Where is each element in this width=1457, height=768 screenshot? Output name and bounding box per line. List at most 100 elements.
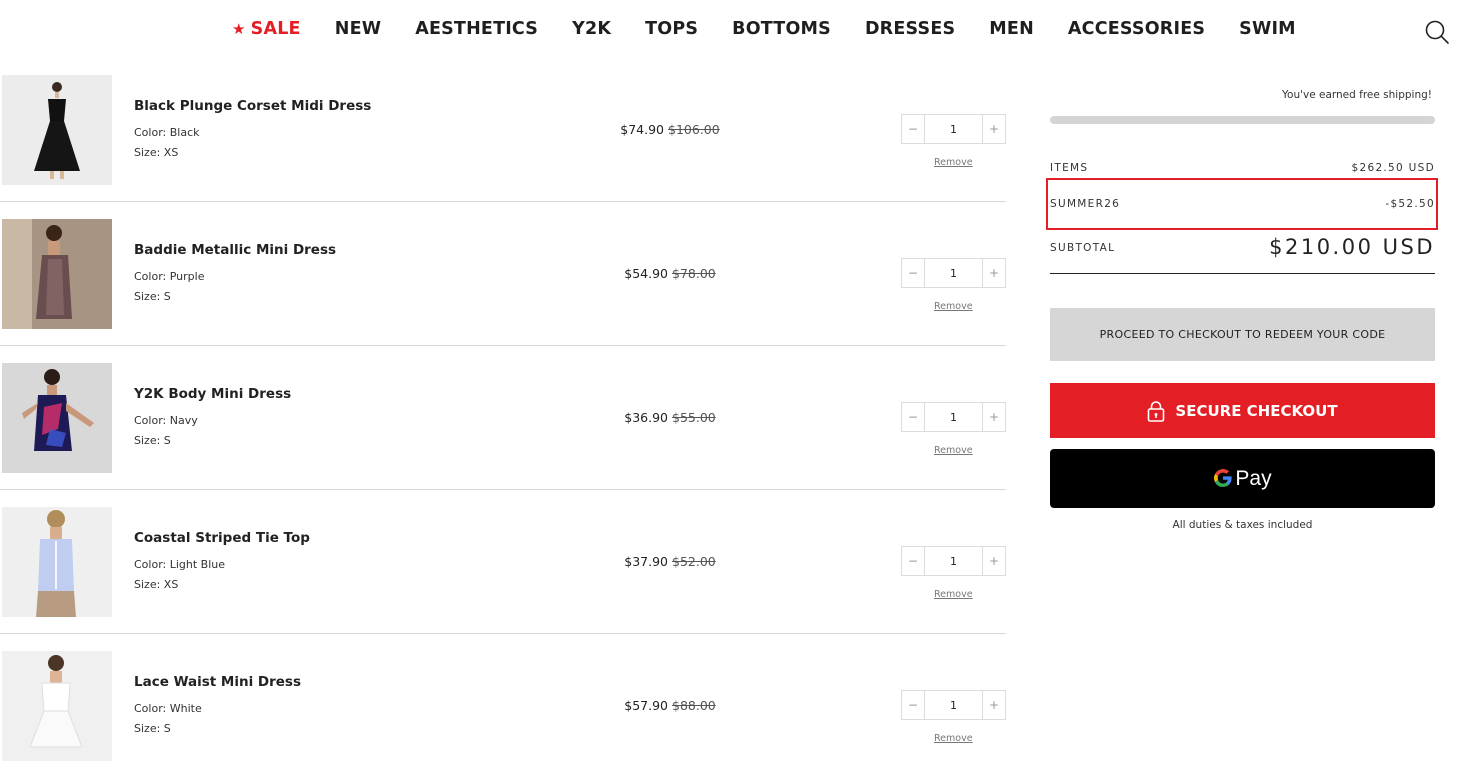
discount-value: -$52.50 [1385, 198, 1435, 210]
quantity-input[interactable] [925, 547, 982, 575]
nav-item-tops[interactable]: TOPS [645, 19, 698, 39]
quantity-input[interactable] [925, 691, 982, 719]
items-value: $262.50 USD [1351, 162, 1435, 174]
star-icon: ★ [232, 20, 246, 38]
progress-fill [1050, 116, 1435, 124]
product-image[interactable] [2, 507, 112, 617]
subtotal-value: $210.00 USD [1269, 235, 1435, 259]
nav-item-men[interactable]: MEN [989, 19, 1034, 39]
plus-icon[interactable]: + [982, 403, 1005, 431]
secure-checkout-button[interactable]: SECURE CHECKOUT [1050, 383, 1435, 438]
product-size: Size: S [134, 434, 171, 447]
product-image[interactable] [2, 363, 112, 473]
product-image-metallic-dress [2, 219, 112, 329]
secure-checkout-label: SECURE CHECKOUT [1175, 401, 1338, 420]
minus-icon[interactable]: − [902, 115, 925, 143]
cart-item-row: Coastal Striped Tie Top Color: Light Blu… [0, 490, 1006, 634]
product-image-striped-top [2, 507, 112, 617]
quantity-stepper: − + [901, 258, 1006, 288]
remove-link[interactable]: Remove [934, 733, 973, 744]
product-price: $54.90 $78.00 [560, 266, 780, 281]
original-price: $88.00 [672, 698, 716, 713]
minus-icon[interactable]: − [902, 403, 925, 431]
search-icon[interactable] [1424, 19, 1450, 45]
top-navigation: ★ SALE NEW AESTHETICS Y2K TOPS BOTTOMS DR… [0, 0, 1457, 62]
original-price: $106.00 [668, 122, 720, 137]
product-image-black-dress [2, 75, 112, 185]
product-color: Color: Light Blue [134, 558, 226, 571]
free-shipping-message: You've earned free shipping! [1282, 89, 1432, 101]
nav-item-accessories[interactable]: ACCESSORIES [1068, 19, 1205, 39]
nav-item-swim[interactable]: SWIM [1239, 19, 1296, 39]
product-price: $57.90 $88.00 [560, 698, 780, 713]
product-title[interactable]: Y2K Body Mini Dress [134, 386, 291, 402]
redeem-code-button[interactable]: PROCEED TO CHECKOUT TO REDEEM YOUR CODE [1050, 308, 1435, 361]
product-image[interactable] [2, 75, 112, 185]
items-label: ITEMS [1050, 162, 1089, 174]
google-g-icon [1213, 467, 1233, 491]
duties-note: All duties & taxes included [1172, 519, 1313, 531]
product-color: Color: Purple [134, 270, 205, 283]
cart-item-row: Baddie Metallic Mini Dress Color: Purple… [0, 202, 1006, 346]
lock-icon [1148, 400, 1165, 422]
cart-item-list: Black Plunge Corset Midi Dress Color: Bl… [0, 58, 1006, 768]
product-size: Size: XS [134, 578, 179, 591]
nav-item-label: SALE [250, 19, 301, 39]
product-image[interactable] [2, 651, 112, 761]
nav-item-bottoms[interactable]: BOTTOMS [732, 19, 831, 39]
original-price: $55.00 [672, 410, 716, 425]
nav-item-aesthetics[interactable]: AESTHETICS [415, 19, 538, 39]
subtotal-label: SUBTOTAL [1050, 242, 1116, 254]
cart-item-row: Lace Waist Mini Dress Color: White Size:… [0, 634, 1006, 768]
minus-icon[interactable]: − [902, 547, 925, 575]
plus-icon[interactable]: + [982, 547, 1005, 575]
cart-item-row: Black Plunge Corset Midi Dress Color: Bl… [0, 58, 1006, 202]
sale-price: $74.90 [620, 122, 665, 137]
remove-link[interactable]: Remove [934, 445, 973, 456]
product-title[interactable]: Black Plunge Corset Midi Dress [134, 98, 371, 114]
google-pay-label: Pay [1235, 466, 1272, 490]
product-price: $37.90 $52.00 [560, 554, 780, 569]
product-size: Size: XS [134, 146, 179, 159]
plus-icon[interactable]: + [982, 259, 1005, 287]
plus-icon[interactable]: + [982, 691, 1005, 719]
product-title[interactable]: Baddie Metallic Mini Dress [134, 242, 336, 258]
discount-code-label: SUMMER26 [1050, 198, 1121, 210]
nav-item-sale[interactable]: ★ SALE [232, 19, 301, 39]
free-shipping-progress [1050, 116, 1435, 124]
nav-item-new[interactable]: NEW [335, 19, 382, 39]
quantity-stepper: − + [901, 402, 1006, 432]
cart-item-row: Y2K Body Mini Dress Color: Navy Size: S … [0, 346, 1006, 490]
quantity-input[interactable] [925, 259, 982, 287]
remove-link[interactable]: Remove [934, 157, 973, 168]
google-pay-button[interactable]: Pay [1050, 449, 1435, 508]
product-title[interactable]: Coastal Striped Tie Top [134, 530, 310, 546]
product-image-lace-dress [2, 651, 112, 761]
quantity-input[interactable] [925, 115, 982, 143]
plus-icon[interactable]: + [982, 115, 1005, 143]
product-color: Color: White [134, 702, 202, 715]
product-title[interactable]: Lace Waist Mini Dress [134, 674, 301, 690]
nav-menu: ★ SALE NEW AESTHETICS Y2K TOPS BOTTOMS DR… [232, 19, 1330, 39]
quantity-stepper: − + [901, 114, 1006, 144]
original-price: $78.00 [672, 266, 716, 281]
remove-link[interactable]: Remove [934, 589, 973, 600]
product-image-y2k-dress [2, 363, 112, 473]
minus-icon[interactable]: − [902, 259, 925, 287]
nav-item-y2k[interactable]: Y2K [572, 19, 611, 39]
product-price: $36.90 $55.00 [560, 410, 780, 425]
sale-price: $36.90 [624, 410, 668, 425]
quantity-stepper: − + [901, 690, 1006, 720]
sale-price: $54.90 [624, 266, 668, 281]
product-color: Color: Navy [134, 414, 198, 427]
product-price: $74.90 $106.00 [560, 122, 780, 137]
sale-price: $37.90 [624, 554, 668, 569]
product-size: Size: S [134, 290, 171, 303]
product-color: Color: Black [134, 126, 200, 139]
remove-link[interactable]: Remove [934, 301, 973, 312]
quantity-input[interactable] [925, 403, 982, 431]
minus-icon[interactable]: − [902, 691, 925, 719]
product-image[interactable] [2, 219, 112, 329]
quantity-stepper: − + [901, 546, 1006, 576]
nav-item-dresses[interactable]: DRESSES [865, 19, 955, 39]
